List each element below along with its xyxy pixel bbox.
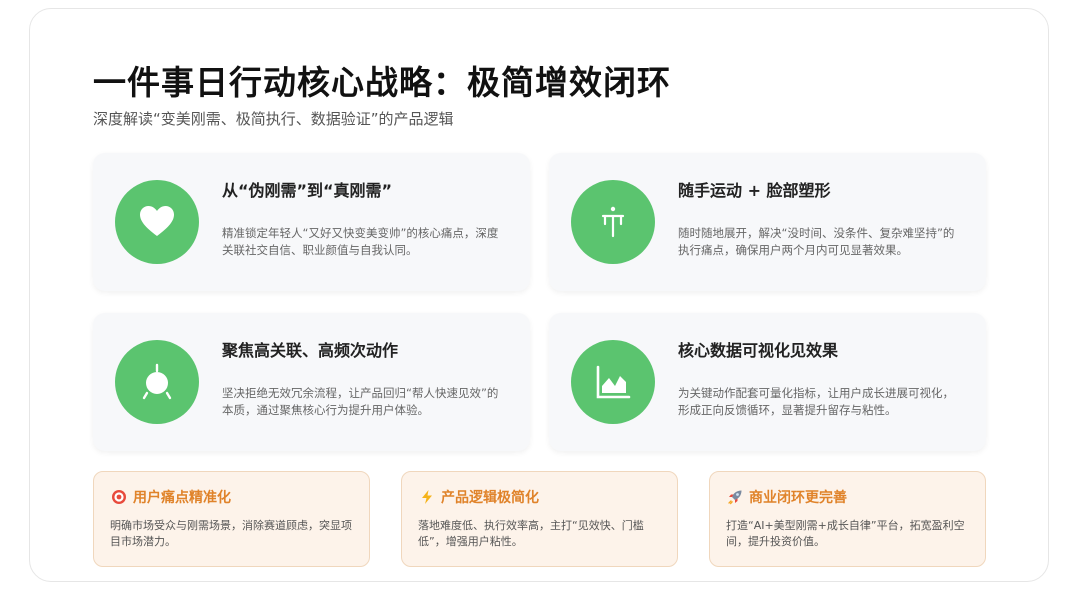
card-exercise: 随手运动 + 脸部塑形 随时随地展开，解决“没时间、没条件、复杂难坚持”的执行痛… bbox=[549, 153, 986, 291]
card-title: 核心数据可视化见效果 bbox=[678, 341, 839, 360]
tip-title: 商业闭环更完善 bbox=[749, 490, 847, 506]
card-title: 随手运动 + 脸部塑形 bbox=[678, 181, 831, 200]
person-exercise-icon bbox=[571, 180, 655, 264]
card-data-visual: 核心数据可视化见效果 为关键动作配套可量化指标，让用户成长进展可视化，形成正向反… bbox=[549, 313, 986, 451]
chart-area-icon bbox=[571, 340, 655, 424]
bullseye-icon bbox=[110, 488, 128, 506]
card-title: 聚焦高关联、高频次动作 bbox=[222, 341, 399, 360]
page-subtitle: 深度解读“变美刚需、极简执行、数据验证”的产品逻辑 bbox=[93, 110, 454, 128]
card-title: 从“伪刚需”到“真刚需” bbox=[222, 181, 393, 200]
rocket-icon bbox=[726, 488, 744, 506]
tip-title: 用户痛点精准化 bbox=[133, 490, 231, 506]
card-desc: 为关键动作配套可量化指标，让用户成长进展可视化，形成正向反馈循环，显著提升留存与… bbox=[678, 386, 954, 417]
target-icon bbox=[115, 340, 199, 424]
card-true-demand: 从“伪刚需”到“真刚需” 精准锁定年轻人“又好又快变美变帅”的核心痛点，深度关联… bbox=[93, 153, 530, 291]
card-focus: 聚焦高关联、高频次动作 坚决拒绝无效冗余流程，让产品回归“帮人快速见效”的本质，… bbox=[93, 313, 530, 451]
tip-logic-simple: 产品逻辑极简化 落地难度低、执行效率高，主打“见效快、门槛低”，增强用户粘性。 bbox=[401, 471, 678, 567]
card-desc: 坚决拒绝无效冗余流程，让产品回归“帮人快速见效”的本质，通过聚焦核心行为提升用户… bbox=[222, 386, 499, 417]
tip-title: 产品逻辑极简化 bbox=[441, 490, 539, 506]
tip-pain-point: 用户痛点精准化 明确市场受众与刚需场景，消除赛道顾虑，突显项目市场潜力。 bbox=[93, 471, 370, 567]
card-desc: 精准锁定年轻人“又好又快变美变帅”的核心痛点，深度关联社交自信、职业颜值与自我认… bbox=[222, 226, 499, 257]
tip-business-loop: 商业闭环更完善 打造“AI+美型刚需+成长自律”平台，拓宽盈利空间，提升投资价值… bbox=[709, 471, 986, 567]
card-desc: 随时随地展开，解决“没时间、没条件、复杂难坚持”的执行痛点，确保用户两个月内可见… bbox=[678, 226, 955, 257]
tip-desc: 明确市场受众与刚需场景，消除赛道顾虑，突显项目市场潜力。 bbox=[110, 519, 352, 548]
heart-icon bbox=[115, 180, 199, 264]
tip-desc: 打造“AI+美型刚需+成长自律”平台，拓宽盈利空间，提升投资价值。 bbox=[726, 519, 965, 548]
tip-desc: 落地难度低、执行效率高，主打“见效快、门槛低”，增强用户粘性。 bbox=[418, 519, 644, 548]
lightning-icon bbox=[418, 488, 436, 506]
page-title: 一件事日行动核心战略：极简增效闭环 bbox=[93, 63, 671, 102]
